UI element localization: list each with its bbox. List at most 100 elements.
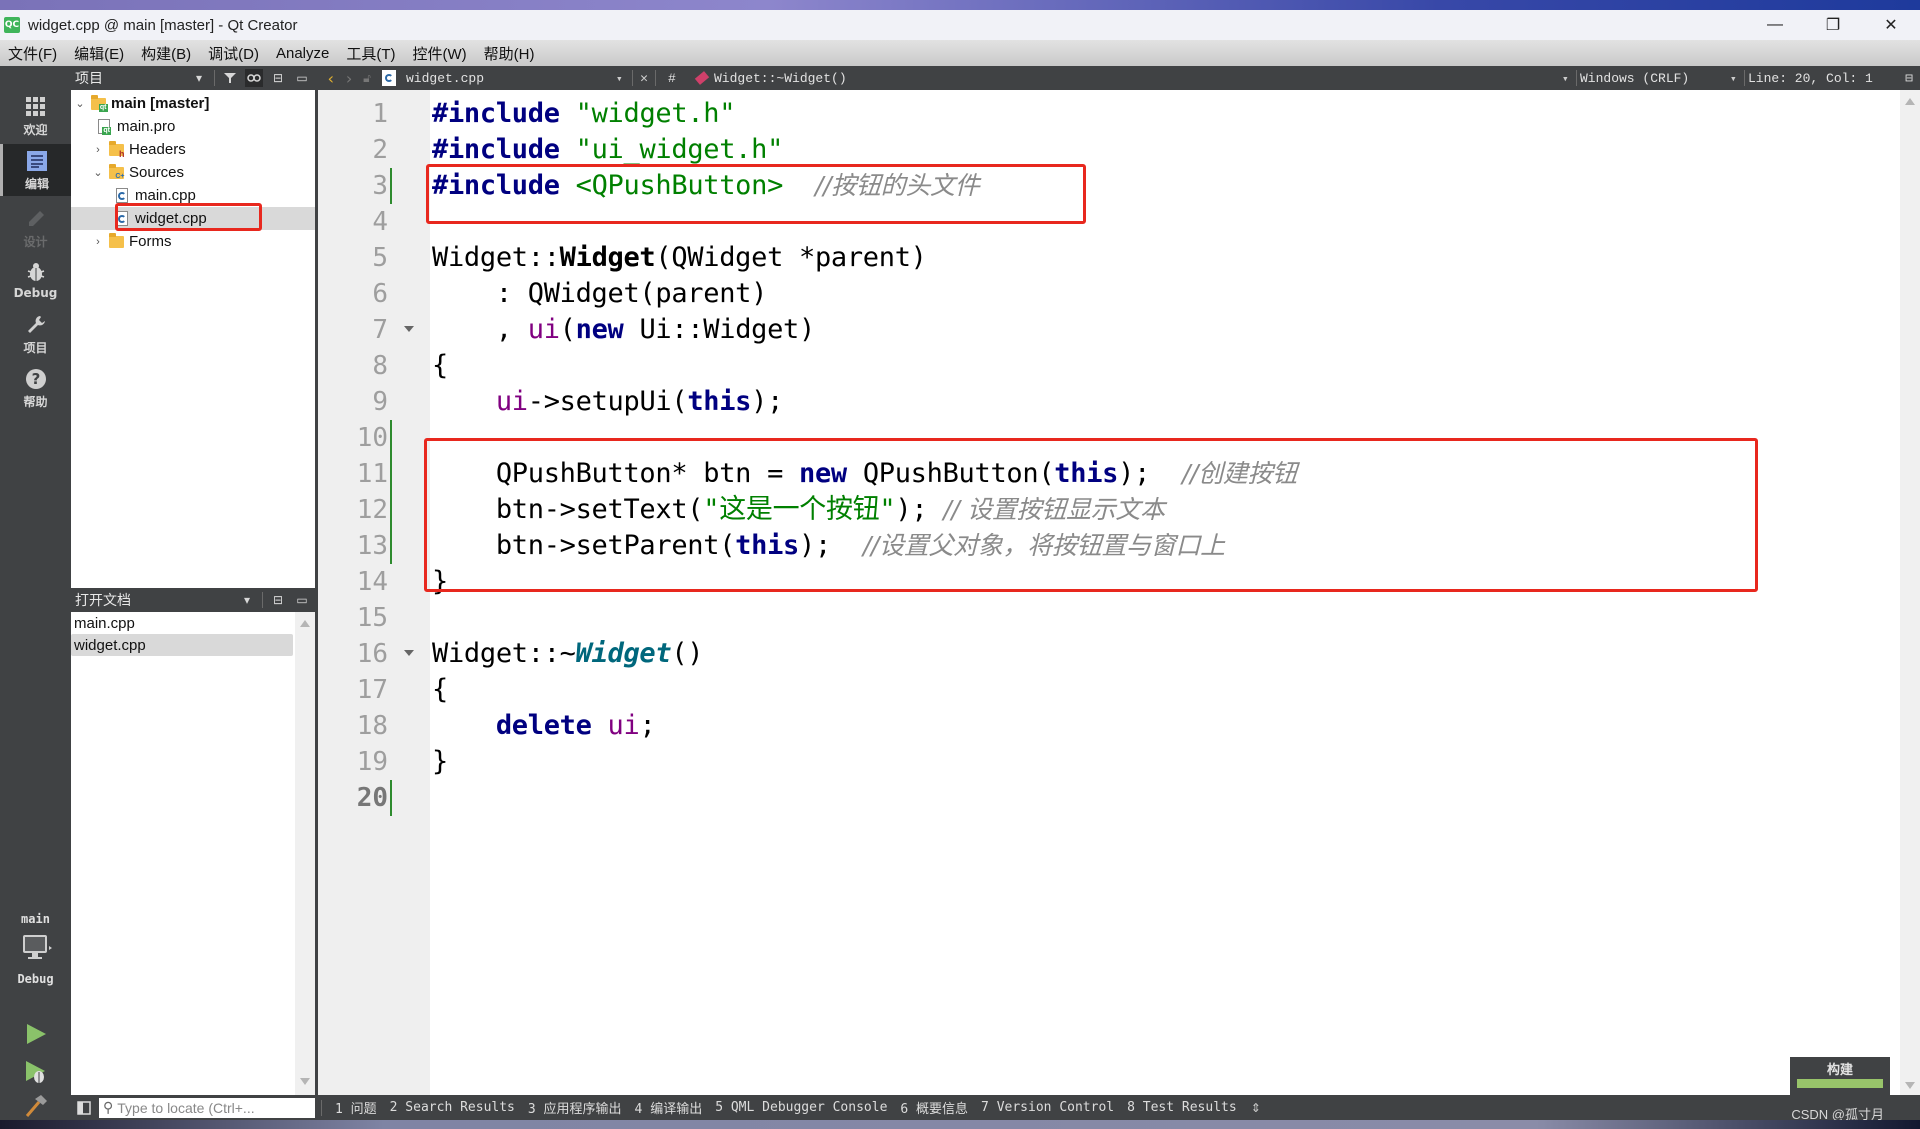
code-line[interactable]: 13 btn->setParent(this); //设置父对象，将按钮置与窗口… — [318, 528, 1900, 564]
code-line[interactable]: 1 #include "widget.h" — [318, 96, 1900, 132]
file-dropdown-icon[interactable]: ▾ — [616, 72, 632, 85]
tree-item-forms[interactable]: › Forms — [71, 230, 315, 253]
output-tab-compile-output[interactable]: 4 编译输出 — [635, 1098, 703, 1117]
output-tab-qml-console[interactable]: 5 QML Debugger Console — [715, 1100, 887, 1115]
code-line[interactable]: 19} — [318, 744, 1900, 780]
menu-build[interactable]: 构建(B) — [141, 43, 191, 64]
code-text: delete ui; — [495, 710, 656, 741]
maximize-button[interactable]: ❐ — [1804, 10, 1862, 40]
cursor-position[interactable]: Line: 20, Col: 1 — [1748, 71, 1898, 86]
collapse-arrow-icon[interactable]: ⌄ — [73, 97, 87, 110]
code-line[interactable]: 4 — [318, 204, 1900, 240]
line-endings-selector[interactable]: Windows (CRLF) — [1580, 71, 1730, 86]
tree-item-sources[interactable]: ⌄ C+ Sources — [71, 161, 315, 184]
tree-item-project[interactable]: ⌄ qt main [master] — [71, 92, 315, 115]
tree-item-main-cpp[interactable]: main.cpp — [71, 184, 315, 207]
menu-tools[interactable]: 工具(T) — [346, 43, 395, 64]
mode-edit[interactable]: 编辑 — [0, 144, 71, 196]
tree-item-widget-cpp[interactable]: widget.cpp — [71, 207, 315, 230]
code-line[interactable]: 2 #include "ui_widget.h" — [318, 132, 1900, 168]
code-line[interactable]: 5 Widget::Widget(QWidget *parent) — [318, 240, 1900, 276]
line-number: 15 — [356, 603, 388, 633]
view-dropdown-icon[interactable]: ▾ — [190, 69, 208, 87]
open-doc-widget-cpp[interactable]: widget.cpp — [71, 634, 293, 656]
code-text: btn->setText("这是一个按钮"); // 设置按钮显示文本 — [432, 494, 1165, 525]
split-panel-icon[interactable]: ⊟ — [269, 69, 287, 87]
menu-widgets[interactable]: 控件(W) — [413, 43, 467, 64]
go-forward-icon[interactable]: › — [340, 69, 358, 88]
expand-arrow-icon[interactable]: › — [91, 144, 105, 156]
scroll-down-icon[interactable] — [300, 1078, 310, 1085]
editor-scrollbar[interactable] — [1900, 90, 1920, 1095]
output-tab-issues[interactable]: 1 问题 — [335, 1098, 377, 1117]
code-line[interactable]: 10 — [318, 420, 1900, 456]
output-tab-general-messages[interactable]: 6 概要信息 — [900, 1098, 968, 1117]
current-file-name[interactable]: widget.cpp — [406, 71, 616, 86]
mode-welcome[interactable]: 欢迎 — [0, 90, 71, 142]
fold-arrow-icon[interactable] — [404, 650, 414, 656]
scroll-up-icon[interactable] — [1905, 98, 1915, 105]
kit-selector[interactable] — [0, 928, 71, 972]
close-button[interactable]: ✕ — [1862, 10, 1920, 40]
project-panel-title: 项目 — [75, 70, 103, 86]
code-line[interactable]: 17 { — [318, 672, 1900, 708]
open-docs-scrollbar[interactable] — [295, 612, 315, 1095]
scroll-up-icon[interactable] — [300, 620, 310, 627]
fold-arrow-icon[interactable] — [404, 326, 414, 332]
cursor-dropdown-icon[interactable]: ▾ — [1730, 72, 1744, 85]
code-line[interactable]: 6 : QWidget(parent) — [318, 276, 1900, 312]
locator-input[interactable]: ⚲ Type to locate (Ctrl+... — [99, 1097, 315, 1118]
output-tab-search-results[interactable]: 2 Search Results — [390, 1100, 515, 1115]
run-button[interactable] — [0, 1016, 71, 1056]
mode-design[interactable]: 设计 — [0, 202, 71, 254]
current-symbol[interactable]: Widget::~Widget() — [714, 71, 847, 86]
build-progress-fill — [1797, 1079, 1883, 1088]
menu-analyze[interactable]: Analyze — [276, 45, 329, 62]
code-line[interactable]: 15 — [318, 600, 1900, 636]
output-tab-version-control[interactable]: 7 Version Control — [981, 1100, 1114, 1115]
encoding-dropdown-icon[interactable]: ▾ — [1562, 72, 1576, 85]
toggle-sidebar-button[interactable] — [73, 1098, 95, 1118]
code-line[interactable]: 12 btn->setText("这是一个按钮"); // 设置按钮显示文本 — [318, 492, 1900, 528]
open-doc-main-cpp[interactable]: main.cpp — [71, 612, 293, 634]
code-line[interactable]: 16 Widget::~Widget() — [318, 636, 1900, 672]
code-line[interactable]: 9 ui->setupUi(this); — [318, 384, 1900, 420]
expand-arrow-icon[interactable]: › — [91, 236, 105, 248]
code-line[interactable]: 20 — [318, 780, 1900, 816]
build-progress[interactable]: 构建 — [1790, 1057, 1890, 1095]
separator — [262, 592, 263, 608]
filter-icon[interactable] — [221, 69, 239, 87]
view-dropdown-icon[interactable]: ▾ — [238, 591, 256, 609]
mode-projects[interactable]: 项目 — [0, 308, 71, 360]
mode-debug[interactable]: Debug — [0, 254, 71, 306]
code-line[interactable]: 7 , ui(new Ui::Widget) — [318, 312, 1900, 348]
qt-creator-logo-icon: QC — [4, 17, 20, 33]
output-tab-test-results[interactable]: 8 Test Results — [1127, 1100, 1237, 1115]
menu-help[interactable]: 帮助(H) — [484, 43, 535, 64]
link-with-editor-icon[interactable] — [245, 69, 263, 87]
close-panel-icon[interactable]: ▭ — [293, 69, 311, 87]
collapse-arrow-icon[interactable]: ⌄ — [91, 166, 105, 179]
symbol-hash[interactable]: # — [668, 71, 690, 86]
more-tabs-icon[interactable]: ⇕ — [1251, 1101, 1261, 1115]
mode-help[interactable]: ? 帮助 — [0, 362, 71, 414]
menu-edit[interactable]: 编辑(E) — [74, 43, 124, 64]
output-tab-application-output[interactable]: 3 应用程序输出 — [528, 1098, 622, 1117]
code-line[interactable]: 18 delete ui; — [318, 708, 1900, 744]
menu-debug[interactable]: 调试(D) — [208, 43, 259, 64]
code-line[interactable]: 11 QPushButton* btn = new QPushButton(th… — [318, 456, 1900, 492]
code-line[interactable]: 3 #include <QPushButton> //按钮的头文件 — [318, 168, 1900, 204]
minimize-button[interactable]: — — [1746, 10, 1804, 40]
code-editor[interactable]: 1 #include "widget.h" 2 #include "ui_widget… — [318, 90, 1900, 1095]
tree-item-headers[interactable]: › h Headers — [71, 138, 315, 161]
split-panel-icon[interactable]: ⊟ — [269, 591, 287, 609]
scroll-down-icon[interactable] — [1905, 1082, 1915, 1089]
split-editor-icon[interactable]: ⊟ — [1898, 71, 1920, 86]
code-line[interactable]: 14} — [318, 564, 1900, 600]
menu-file[interactable]: 文件(F) — [8, 43, 57, 64]
close-document-icon[interactable]: ✕ — [633, 71, 655, 86]
go-back-icon[interactable]: ‹ — [322, 69, 340, 88]
tree-item-main-pro[interactable]: qt main.pro — [71, 115, 315, 138]
code-line[interactable]: 8{ — [318, 348, 1900, 384]
close-panel-icon[interactable]: ▭ — [293, 591, 311, 609]
